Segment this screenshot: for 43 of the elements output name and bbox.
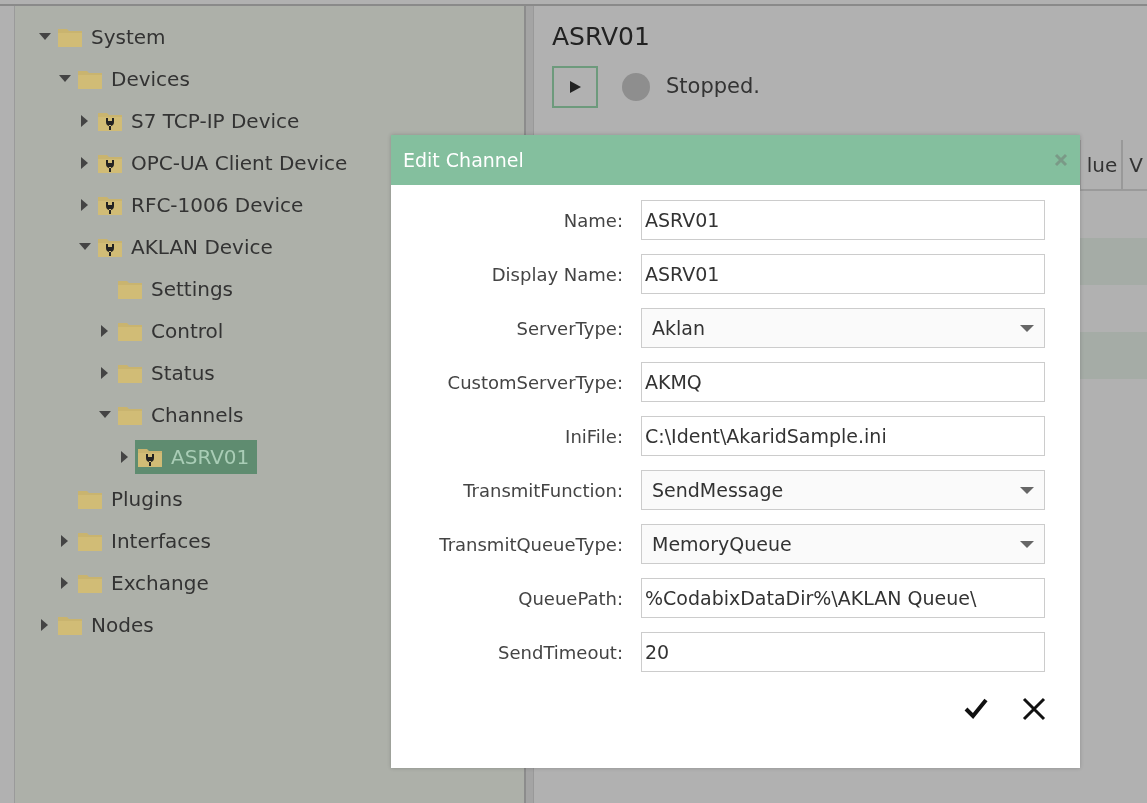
input-field[interactable]: ASRV01: [641, 200, 1045, 240]
tree-item[interactable]: AKLAN Device: [95, 230, 281, 264]
tree-item[interactable]: Nodes: [55, 608, 162, 642]
status-text: Stopped.: [666, 72, 760, 100]
input-field[interactable]: %CodabixDataDir%\AKLAN Queue\: [641, 578, 1045, 618]
check-icon: [964, 697, 988, 719]
tree-item[interactable]: Interfaces: [75, 524, 219, 558]
tree-item[interactable]: OPC-UA Client Device: [95, 146, 356, 180]
field-label: Name:: [562, 208, 624, 233]
field-label: TransmitFunction:: [462, 478, 624, 503]
tree-item[interactable]: S7 TCP-IP Device: [95, 104, 308, 138]
input-field[interactable]: C:\Ident\AkaridSample.ini: [641, 416, 1045, 456]
tree-item[interactable]: Plugins: [75, 482, 191, 516]
tree-item[interactable]: Devices: [75, 62, 198, 96]
caret-icon: [1020, 540, 1034, 548]
tree-item[interactable]: Settings: [115, 272, 242, 306]
tree-item[interactable]: Control: [115, 314, 232, 348]
play-button[interactable]: [552, 65, 598, 108]
input-field[interactable]: ASRV01: [641, 254, 1045, 294]
panel-title: ASRV01: [552, 21, 651, 53]
field-label: IniFile:: [564, 424, 624, 449]
column-header: V: [1121, 140, 1147, 190]
field-label: TransmitQueueType:: [438, 532, 624, 557]
field-label: SendTimeout:: [497, 640, 624, 665]
field-label: QueuePath:: [517, 586, 624, 611]
input-field[interactable]: AKMQ: [641, 362, 1045, 402]
field-label: ServerType:: [515, 316, 624, 341]
field-label: Display Name:: [490, 262, 624, 287]
dropdown[interactable]: Aklan: [641, 308, 1045, 348]
tree-item[interactable]: RFC-1006 Device: [95, 188, 312, 222]
play-icon: [568, 79, 582, 94]
close-icon: [1022, 697, 1046, 721]
tree-item[interactable]: Channels: [115, 398, 252, 432]
dropdown[interactable]: MemoryQueue: [641, 524, 1045, 564]
close-icon: [1054, 153, 1068, 167]
tree-item[interactable]: Status: [115, 356, 223, 390]
tree-item[interactable]: Exchange: [75, 566, 217, 600]
field-label: CustomServerType:: [446, 370, 624, 395]
dropdown[interactable]: SendMessage: [641, 470, 1045, 510]
input-field[interactable]: 20: [641, 632, 1045, 672]
caret-icon: [1020, 486, 1034, 494]
dialog-title: Edit Channel: [403, 147, 524, 173]
tree-item[interactable]: System: [55, 20, 174, 54]
